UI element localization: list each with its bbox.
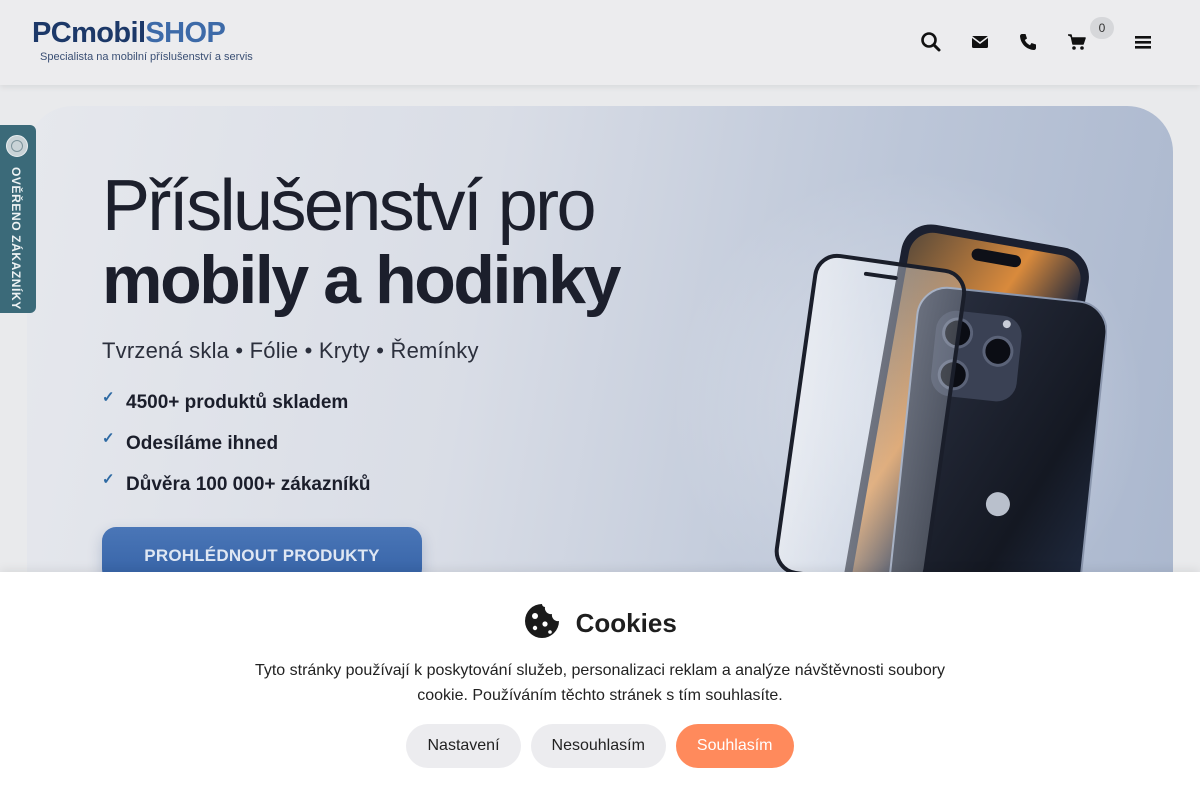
- verified-customers-label: OVĚŘENO ZÁKAZNÍKY: [9, 167, 23, 310]
- check-icon: ✓: [102, 389, 115, 406]
- cookie-accept-button[interactable]: Souhlasím: [675, 724, 794, 768]
- feature-item: ✓ Důvěra 100 000+ zákazníků: [102, 471, 371, 495]
- cookie-icon: [523, 602, 561, 645]
- site-logo[interactable]: PCmobilSHOP Specialista na mobilní přísl…: [32, 16, 253, 63]
- cookie-consent-bar: Cookies Tyto stránky používají k poskyto…: [0, 572, 1200, 800]
- phone-icon[interactable]: [1016, 30, 1040, 54]
- cookie-title: Cookies: [575, 608, 677, 638]
- cookie-buttons: Nastavení Nesouhlasím Souhlasím: [0, 724, 1200, 768]
- cart-icon[interactable]: [1065, 30, 1089, 54]
- cookie-settings-button[interactable]: Nastavení: [406, 724, 521, 768]
- hero-title: Příslušenství pro mobily a hodinky: [102, 166, 621, 318]
- check-icon: ✓: [102, 430, 115, 447]
- cookie-description: Tyto stránky používají k poskytování slu…: [254, 662, 946, 704]
- cart-count-badge: 0: [1090, 17, 1114, 39]
- feature-item: ✓ Odesíláme ihned: [102, 430, 279, 454]
- hero-feature-list: ✓ 4500+ produktů skladem ✓ Odesíláme ihn…: [102, 389, 371, 515]
- feature-item: ✓ 4500+ produktů skladem: [102, 389, 349, 413]
- verified-customers-widget[interactable]: OVĚŘENO ZÁKAZNÍKY: [0, 125, 36, 313]
- check-icon: ✓: [102, 471, 115, 488]
- logo-wordmark: PCmobilSHOP: [32, 17, 226, 49]
- search-icon[interactable]: [919, 30, 943, 54]
- hero-title-line2: mobily a hodinky: [102, 242, 621, 318]
- hero-subtitle: Tvrzená skla • Fólie • Kryty • Řemínky: [102, 338, 479, 363]
- hero-title-line1: Příslušenství pro: [102, 166, 597, 246]
- logo-tagline: Specialista na mobilní příslušenství a s…: [40, 51, 253, 63]
- site-header: PCmobilSHOP Specialista na mobilní přísl…: [0, 0, 1200, 85]
- envelope-icon[interactable]: [968, 30, 992, 54]
- cookie-reject-button[interactable]: Nesouhlasím: [530, 724, 666, 768]
- menu-icon[interactable]: [1131, 30, 1155, 54]
- verified-seal-icon: [6, 135, 28, 157]
